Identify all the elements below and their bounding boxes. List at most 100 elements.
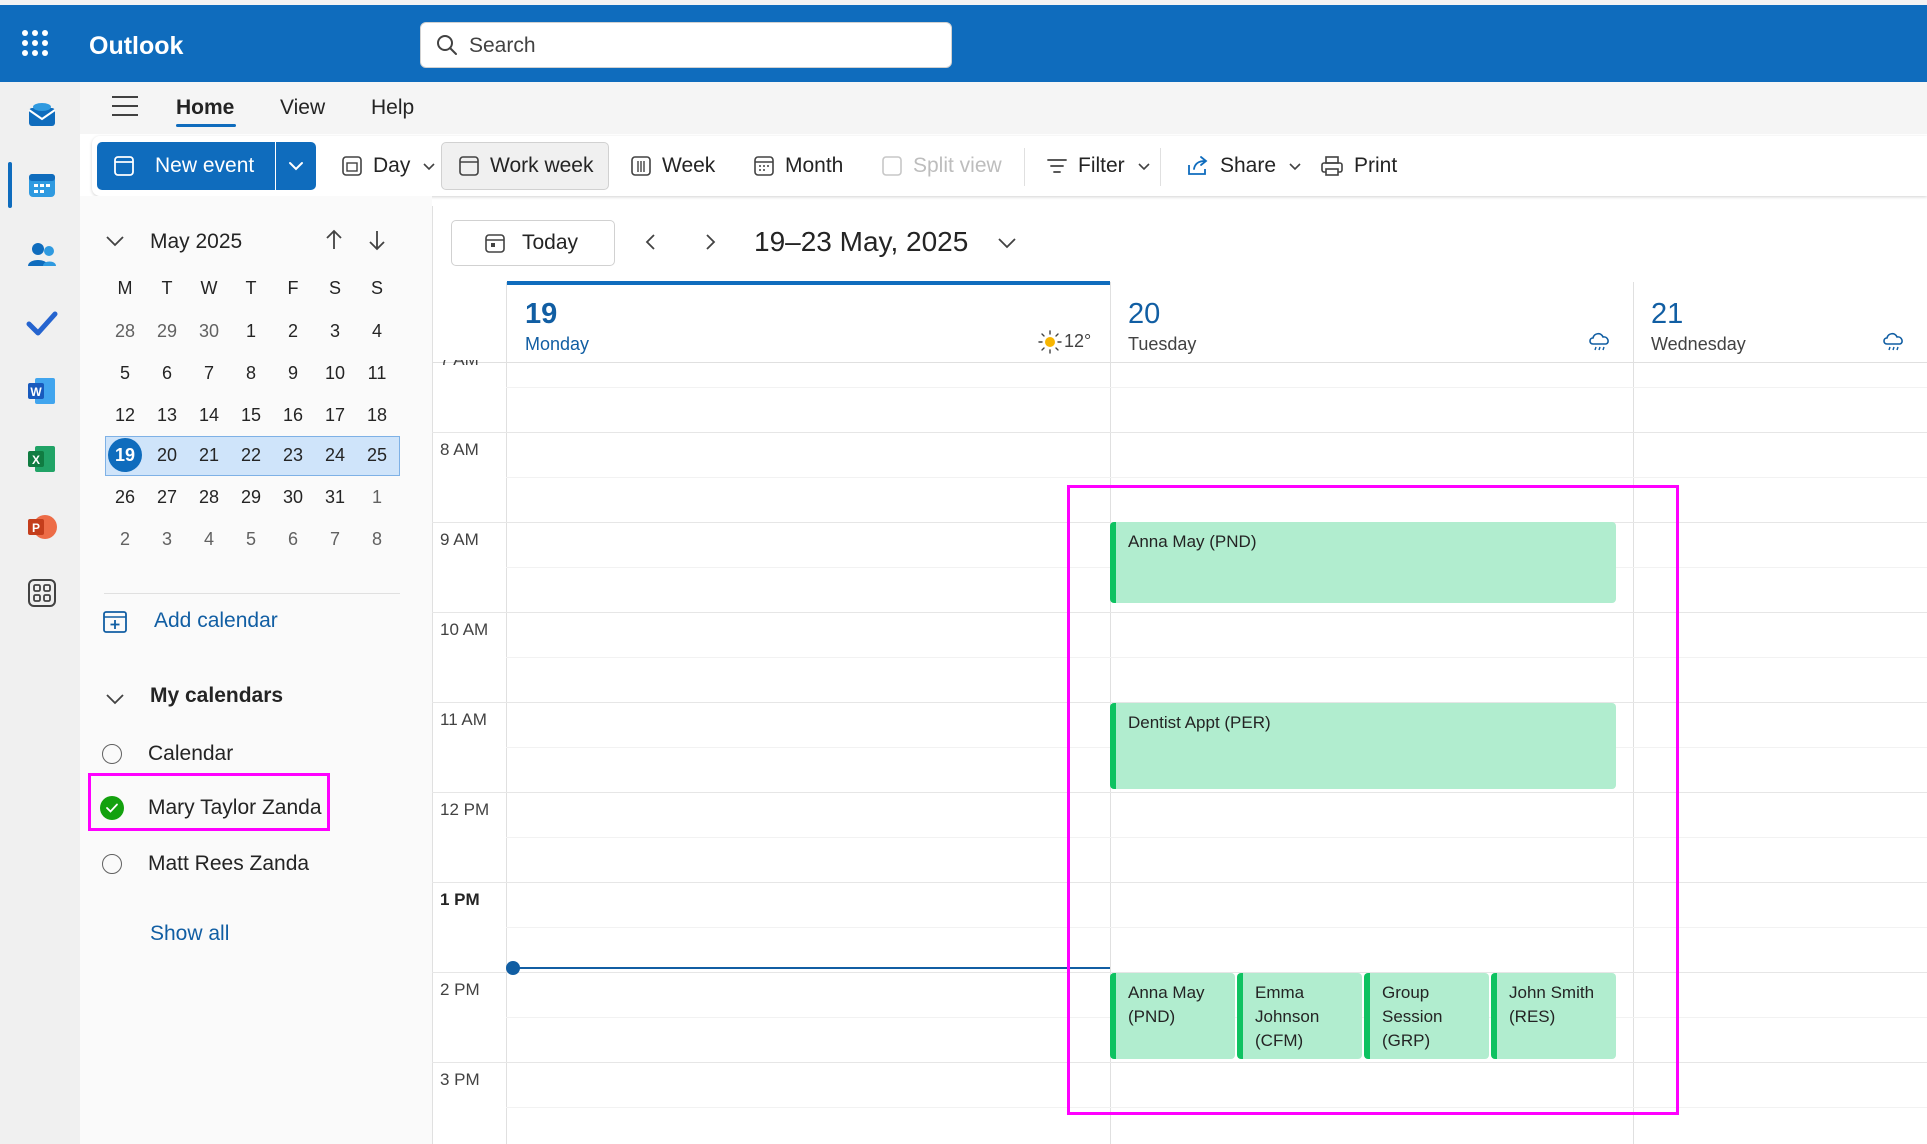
mini-calendar-day[interactable]: 17: [315, 396, 355, 434]
calendar-item-matt-rees-zanda[interactable]: Matt Rees Zanda: [102, 852, 309, 876]
mini-calendar-day[interactable]: 4: [189, 520, 229, 558]
mini-calendar-day[interactable]: 21: [189, 436, 229, 474]
mini-calendar-day[interactable]: 8: [357, 520, 397, 558]
mini-calendar-day[interactable]: 30: [189, 312, 229, 350]
my-calendars-collapse-icon[interactable]: [104, 688, 126, 710]
day-number[interactable]: 21: [1651, 298, 1683, 331]
mini-calendar-day[interactable]: 14: [189, 396, 229, 434]
mini-calendar-day[interactable]: 20: [147, 436, 187, 474]
month-view-button[interactable]: Month: [753, 142, 843, 190]
mini-calendar-day[interactable]: 5: [105, 354, 145, 392]
current-time-dot: [506, 961, 520, 975]
month-view-icon: [754, 156, 774, 176]
mini-calendar-day[interactable]: 16: [273, 396, 313, 434]
mini-calendar-day[interactable]: 23: [273, 436, 313, 474]
mini-calendar-day[interactable]: 29: [147, 312, 187, 350]
my-calendars-heading[interactable]: My calendars: [150, 684, 283, 708]
mini-calendar-day[interactable]: 7: [315, 520, 355, 558]
search-box[interactable]: [420, 22, 952, 68]
mini-calendar-day[interactable]: 11: [357, 354, 397, 392]
mini-calendar-day[interactable]: 2: [105, 520, 145, 558]
day-name: Monday: [525, 334, 590, 354]
mini-calendar-collapse-icon[interactable]: [104, 230, 126, 252]
add-calendar-button[interactable]: Add calendar: [102, 608, 278, 634]
arrow-down-icon[interactable]: [366, 228, 388, 252]
word-icon[interactable]: W: [23, 372, 61, 410]
hamburger-menu-icon[interactable]: [112, 96, 138, 118]
new-event-button[interactable]: New event: [97, 142, 275, 190]
show-all-link[interactable]: Show all: [150, 922, 229, 946]
mini-calendar-day[interactable]: 22: [231, 436, 271, 474]
mini-calendar-day[interactable]: 15: [231, 396, 271, 434]
tab-help[interactable]: Help: [371, 96, 414, 120]
week-view-button[interactable]: Week: [630, 142, 715, 190]
mini-calendar-day[interactable]: 26: [105, 478, 145, 516]
mini-calendar-month[interactable]: May 2025: [150, 230, 242, 254]
mini-calendar-day[interactable]: 12: [105, 396, 145, 434]
mini-calendar-day[interactable]: 25: [357, 436, 397, 474]
mini-calendar-day[interactable]: 2: [273, 312, 313, 350]
mini-calendar-day[interactable]: 6: [147, 354, 187, 392]
more-apps-icon[interactable]: [23, 574, 61, 612]
mini-calendar-day[interactable]: 1: [357, 478, 397, 516]
print-button[interactable]: Print: [1320, 142, 1397, 190]
arrow-up-icon[interactable]: [323, 228, 345, 252]
tab-view[interactable]: View: [280, 96, 325, 120]
split-view-button[interactable]: Split view: [881, 142, 1002, 190]
mini-calendar-day[interactable]: 7: [189, 354, 229, 392]
day-number[interactable]: 19: [525, 298, 557, 331]
powerpoint-icon[interactable]: P: [23, 508, 61, 546]
chevron-down-icon[interactable]: [996, 236, 1018, 250]
search-icon: [437, 35, 457, 55]
tab-home[interactable]: Home: [176, 96, 234, 120]
mini-calendar-day[interactable]: 1: [231, 312, 271, 350]
date-range-label[interactable]: 19–23 May, 2025: [754, 226, 968, 258]
mini-calendar-day[interactable]: 4: [357, 312, 397, 350]
calendar-toggle[interactable]: [102, 854, 122, 874]
work-week-view-button[interactable]: Work week: [441, 142, 609, 190]
chevron-right-icon[interactable]: [703, 232, 717, 252]
share-button[interactable]: Share: [1186, 142, 1312, 190]
mini-calendar-day[interactable]: 8: [231, 354, 271, 392]
mini-calendar-day[interactable]: 27: [147, 478, 187, 516]
people-icon[interactable]: [23, 236, 61, 274]
weekday-label: W: [200, 278, 218, 298]
calendar-item-calendar[interactable]: Calendar: [102, 742, 233, 766]
mini-calendar-day[interactable]: 19: [105, 436, 145, 474]
filter-label: Filter: [1078, 154, 1125, 177]
weather-temperature: 12°: [1064, 331, 1092, 351]
day-name: Tuesday: [1128, 334, 1197, 354]
mini-calendar-day[interactable]: 30: [273, 478, 313, 516]
mini-calendar-day[interactable]: 31: [315, 478, 355, 516]
filter-button[interactable]: Filter: [1046, 142, 1161, 190]
mini-calendar-day[interactable]: 29: [231, 478, 271, 516]
mini-calendar-day[interactable]: 3: [315, 312, 355, 350]
day-number[interactable]: 20: [1128, 298, 1160, 331]
excel-icon[interactable]: X: [23, 440, 61, 478]
mini-calendar-day[interactable]: 6: [273, 520, 313, 558]
time-label: 12 PM: [440, 800, 490, 819]
app-name[interactable]: Outlook: [89, 32, 183, 61]
mini-calendar-day[interactable]: 28: [189, 478, 229, 516]
mail-icon[interactable]: [23, 96, 61, 134]
calendar-toggle[interactable]: [102, 744, 122, 764]
search-input[interactable]: [467, 31, 931, 61]
mini-calendar-day[interactable]: 28: [105, 312, 145, 350]
chevron-left-icon[interactable]: [644, 232, 658, 252]
mini-calendar-day[interactable]: 18: [357, 396, 397, 434]
day-view-label: Day: [373, 154, 411, 177]
calendar-icon[interactable]: [23, 166, 61, 204]
todo-icon[interactable]: [23, 304, 61, 342]
mini-calendar-day[interactable]: 10: [315, 354, 355, 392]
mini-calendar-day[interactable]: 3: [147, 520, 187, 558]
mini-calendar-day[interactable]: 13: [147, 396, 187, 434]
mini-calendar-day[interactable]: 9: [273, 354, 313, 392]
mini-calendar-day[interactable]: 5: [231, 520, 271, 558]
today-button[interactable]: Today: [451, 220, 615, 266]
new-event-dropdown[interactable]: [276, 142, 316, 190]
mini-calendar-day[interactable]: 24: [315, 436, 355, 474]
app-launcher-icon[interactable]: [22, 30, 48, 56]
time-label: 1 PM: [440, 890, 480, 909]
day-view-button[interactable]: Day: [341, 142, 446, 190]
add-calendar-icon: [103, 611, 127, 633]
